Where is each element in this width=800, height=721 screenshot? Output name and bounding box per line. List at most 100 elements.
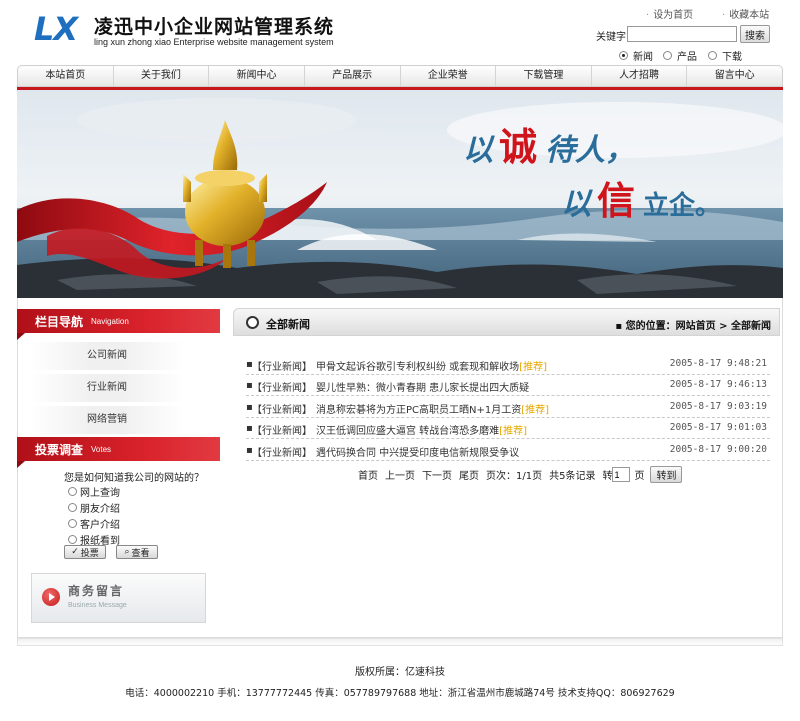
news-date: 2005-8-17 9:01:03: [669, 422, 767, 433]
vote-button[interactable]: ✓ 投票: [64, 545, 106, 559]
circle-icon: [246, 316, 259, 329]
slogan-line1-c: 待人，: [545, 133, 635, 168]
hero-banner: 以 诚 待人， 以 信 立企。: [17, 90, 783, 298]
nav-messages[interactable]: 留言中心: [687, 66, 782, 86]
logo-subtitle: ling xun zhong xiao Enterprise website m…: [94, 37, 334, 47]
radio-icon: [68, 519, 77, 528]
footer-contact: 电话：4000002210 手机：13777772445 传真：05778979…: [125, 688, 675, 699]
news-title[interactable]: 婴儿性早熟：微小青春期 患儿家长提出四大质疑: [316, 379, 529, 394]
nav-honors[interactable]: 企业荣誉: [401, 66, 497, 86]
sidebar-vote-header: 投票调查 Votes: [17, 437, 220, 468]
pager-prev[interactable]: 上一页: [385, 467, 415, 482]
breadcrumb-prefix: 您的位置：: [625, 321, 676, 332]
news-date: 2005-8-17 9:46:13: [669, 379, 767, 390]
business-message-banner[interactable]: 商务留言 Business Message: [31, 573, 206, 623]
nav-about[interactable]: 关于我们: [114, 66, 210, 86]
logo-mark: LX: [34, 10, 78, 48]
arrow-right-icon: [42, 588, 60, 606]
pager-first[interactable]: 首页: [358, 467, 378, 482]
sidebar-item-industry-news[interactable]: 行业新闻: [30, 374, 184, 402]
news-date: 2005-8-17 9:48:21: [669, 358, 767, 369]
search-input[interactable]: [627, 26, 737, 42]
radio-icon: [68, 503, 77, 512]
business-message-title: 商务留言: [68, 584, 125, 598]
slogan-line2-b: 信: [597, 178, 635, 223]
news-date: 2005-8-17 9:03:19: [669, 401, 767, 412]
goto-page-button[interactable]: 转到: [650, 466, 683, 483]
vote-option-friend[interactable]: 朋友介绍: [68, 500, 120, 515]
nav-home[interactable]: 本站首页: [18, 66, 114, 86]
news-row[interactable]: ▪ 【行业新闻】 消息称宏碁将为方正PC高职员工晒N+1月工资[推荐] 2005…: [246, 397, 770, 418]
news-row[interactable]: ▪ 【行业新闻】 汉王低调回应盛大逼宫 转战台湾恐多磨难[推荐] 2005-8-…: [246, 418, 770, 439]
pager-next[interactable]: 下一页: [422, 467, 452, 482]
news-row[interactable]: ▪ 【行业新闻】 甲骨文起诉谷歌引专利权纠纷 或套现和解收场[推荐] 2005-…: [246, 354, 770, 375]
sidebar-nav-header: 栏目导航 Navigation: [17, 309, 220, 340]
radio-icon: [68, 487, 77, 496]
bullet-icon: ▪: [615, 321, 626, 332]
news-title[interactable]: 甲骨文起诉谷歌引专利权纠纷 或套现和解收场[推荐]: [316, 358, 547, 373]
nav-news[interactable]: 新闻中心: [209, 66, 305, 86]
pager-total: 共5条记录: [549, 471, 596, 482]
business-message-subtitle: Business Message: [68, 602, 127, 609]
news-row[interactable]: ▪ 【行业新闻】 婴儿性早熟：微小青春期 患儿家长提出四大质疑 2005-8-1…: [246, 375, 770, 396]
news-title[interactable]: 遇代码换合同 中兴提受印度电信新规限受争议: [316, 444, 519, 459]
radio-icon: [708, 51, 717, 60]
nav-jobs[interactable]: 人才招聘: [592, 66, 688, 86]
vote-option-client[interactable]: 客户介绍: [68, 516, 120, 531]
view-results-button[interactable]: ⌕ 查看: [116, 545, 158, 559]
pager-page-info: 页次：1/1页: [486, 471, 543, 482]
news-category[interactable]: 【行业新闻】: [252, 444, 312, 459]
search-scope-downloads[interactable]: 下载: [708, 48, 742, 63]
bullet-icon: ·: [722, 10, 726, 21]
news-category[interactable]: 【行业新闻】: [252, 379, 312, 394]
radio-icon: [68, 535, 77, 544]
slogan-line1-b: 诚: [499, 124, 537, 169]
slogan-line1-a: 以: [463, 133, 495, 168]
breadcrumb-current: 全部新闻: [731, 321, 771, 332]
sidebar-item-marketing[interactable]: 网络营销: [30, 406, 184, 434]
nav-products[interactable]: 产品展示: [305, 66, 401, 86]
news-category[interactable]: 【行业新闻】: [252, 401, 312, 416]
page-number-input[interactable]: [612, 467, 631, 482]
search-scope-products[interactable]: 产品: [663, 48, 697, 63]
pager-last[interactable]: 尾页: [459, 467, 479, 482]
news-date: 2005-8-17 9:00:20: [669, 444, 767, 455]
main-nav: 本站首页 关于我们 新闻中心 产品展示 企业荣誉 下载管理 人才招聘 留言中心: [17, 65, 783, 87]
slogan-line2-c: 立企。: [643, 190, 721, 221]
news-category[interactable]: 【行业新闻】: [252, 358, 312, 373]
breadcrumb-home[interactable]: 网站首页: [676, 321, 716, 332]
set-home-link[interactable]: · 设为首页: [646, 6, 693, 21]
news-row[interactable]: ▪ 【行业新闻】 遇代码换合同 中兴提受印度电信新规限受争议 2005-8-17…: [246, 440, 770, 461]
recommend-badge: [推荐]: [499, 426, 527, 437]
logo-title: 凌迅中小企业网站管理系统: [94, 16, 335, 38]
main-header: 全部新闻 ▪ 您的位置：网站首页 > 全部新闻: [233, 308, 780, 336]
content-divider: [17, 638, 783, 646]
recommend-badge: [推荐]: [521, 405, 550, 416]
site-logo[interactable]: LX 凌迅中小企业网站管理系统 ling xun zhong xiao Ente…: [34, 10, 364, 50]
magnifier-icon: ⌕: [124, 547, 130, 557]
pagination: 首页 上一页 下一页 尾页 页次：1/1页 共5条记录 转 页 转到: [358, 466, 683, 483]
radio-icon: [663, 51, 672, 60]
banner-image: 以 诚 待人， 以 信 立企。: [17, 90, 783, 298]
breadcrumb: ▪ 您的位置：网站首页 > 全部新闻: [615, 317, 771, 332]
radio-checked-icon: [619, 51, 628, 60]
sidebar-nav-title: 栏目导航: [35, 315, 84, 329]
nav-downloads[interactable]: 下载管理: [496, 66, 592, 86]
sidebar-vote-title-en: Votes: [91, 445, 112, 454]
vote-icon: ✓: [71, 547, 79, 557]
news-title[interactable]: 消息称宏碁将为方正PC高职员工晒N+1月工资[推荐]: [316, 401, 549, 416]
bullet-icon: ·: [646, 10, 650, 21]
header: LX 凌迅中小企业网站管理系统 ling xun zhong xiao Ente…: [0, 0, 800, 64]
main-title: 全部新闻: [266, 318, 310, 331]
news-title[interactable]: 汉王低调回应盛大逼宫 转战台湾恐多磨难[推荐]: [316, 422, 527, 437]
slogan-line2-a: 以: [561, 187, 593, 222]
bookmark-link[interactable]: · 收藏本站: [722, 6, 769, 21]
search-button[interactable]: 搜索: [740, 25, 770, 43]
search-scope-news[interactable]: 新闻: [619, 48, 653, 63]
vote-option-online[interactable]: 网上查询: [68, 484, 120, 499]
sidebar-item-company-news[interactable]: 公司新闻: [30, 342, 184, 370]
sidebar-nav-title-en: Navigation: [91, 317, 129, 326]
footer-copyright: 版权所属：亿速科技: [355, 667, 445, 678]
vote-question: 您是如何知道我公司的网站的？: [64, 473, 204, 484]
news-category[interactable]: 【行业新闻】: [252, 422, 312, 437]
